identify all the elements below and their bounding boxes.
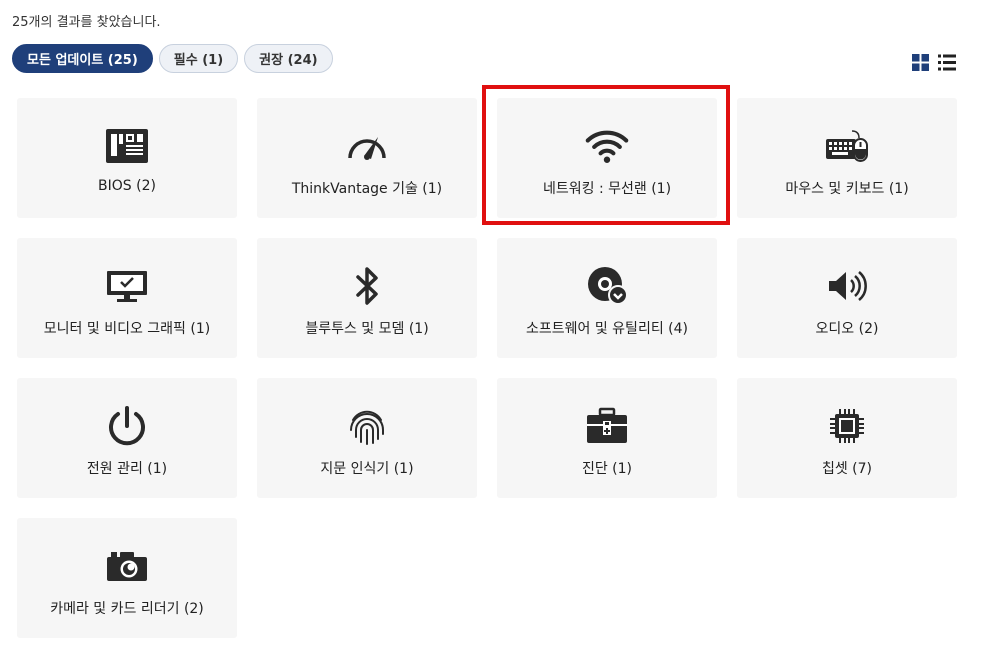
category-label: ThinkVantage 기술 (1) [291, 181, 443, 197]
category-card-chipset[interactable]: 칩셋 (7) [737, 378, 957, 498]
camera-icon [105, 546, 149, 586]
category-label: 소프트웨어 및 유틸리티 (4) [526, 321, 688, 337]
bluetooth-icon [345, 266, 389, 306]
category-card-diagnostics[interactable]: 진단 (1) [497, 378, 717, 498]
speaker-icon [825, 266, 869, 306]
result-count: 25개의 결과를 찾았습니다. [12, 15, 161, 30]
category-label: 지문 인식기 (1) [320, 461, 414, 477]
toolbox-icon [585, 406, 629, 446]
category-label: 오디오 (2) [815, 321, 879, 337]
filter-required[interactable]: 필수 (1) [158, 44, 239, 73]
filter-recommended[interactable]: 권장 (24) [244, 44, 333, 73]
category-label: BIOS (2) [98, 178, 156, 194]
category-card-power-management[interactable]: 전원 관리 (1) [17, 378, 237, 498]
filter-all-updates[interactable]: 모든 업데이트 (25) [12, 44, 153, 73]
category-grid: BIOS (2) ThinkVantage 기술 (1) 네트워킹 : 무선랜 … [17, 98, 957, 638]
gauge-icon [345, 126, 389, 166]
motherboard-icon [105, 126, 149, 166]
monitor-icon [105, 266, 149, 306]
category-card-networking-wireless[interactable]: 네트워킹 : 무선랜 (1) [497, 98, 717, 218]
category-label: 네트워킹 : 무선랜 (1) [542, 181, 672, 197]
grid-view-icon[interactable] [912, 54, 929, 71]
category-card-software-utilities[interactable]: 소프트웨어 및 유틸리티 (4) [497, 238, 717, 358]
category-card-bluetooth-modem[interactable]: 블루투스 및 모뎀 (1) [257, 238, 477, 358]
fingerprint-icon [345, 406, 389, 446]
category-label: 마우스 및 키보드 (1) [785, 181, 909, 197]
category-card-mouse-keyboard[interactable]: 마우스 및 키보드 (1) [737, 98, 957, 218]
category-label: 카메라 및 카드 리더기 (2) [50, 601, 204, 617]
software-disc-icon [585, 266, 629, 306]
keyboard-mouse-icon [825, 126, 869, 166]
category-label: 전원 관리 (1) [86, 461, 168, 477]
category-label: 진단 (1) [581, 461, 633, 477]
category-label: 모니터 및 비디오 그래픽 (1) [43, 321, 211, 337]
chip-icon [825, 406, 869, 446]
category-card-thinkvantage[interactable]: ThinkVantage 기술 (1) [257, 98, 477, 218]
category-card-camera-card-reader[interactable]: 카메라 및 카드 리더기 (2) [17, 518, 237, 638]
view-toggle [912, 54, 956, 71]
category-card-fingerprint-reader[interactable]: 지문 인식기 (1) [257, 378, 477, 498]
power-icon [105, 406, 149, 446]
list-view-icon[interactable] [938, 54, 956, 71]
category-card-bios[interactable]: BIOS (2) [17, 98, 237, 218]
filter-pills: 모든 업데이트 (25) 필수 (1) 권장 (24) [12, 44, 333, 73]
category-label: 블루투스 및 모뎀 (1) [305, 321, 429, 337]
wifi-icon [585, 126, 629, 166]
category-card-monitor-video[interactable]: 모니터 및 비디오 그래픽 (1) [17, 238, 237, 358]
category-card-audio[interactable]: 오디오 (2) [737, 238, 957, 358]
category-label: 칩셋 (7) [821, 461, 873, 477]
